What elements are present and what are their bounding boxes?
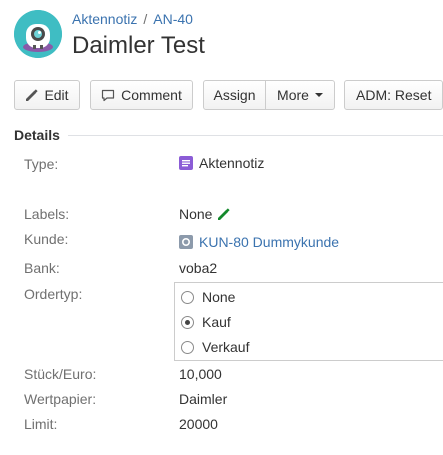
issue-header: Aktennotiz / AN-40 Daimler Test xyxy=(0,0,443,70)
type-label: Type: xyxy=(24,156,59,172)
ordertyp-option-label: None xyxy=(202,289,236,305)
comment-label: Comment xyxy=(121,87,182,103)
assign-button[interactable]: Assign xyxy=(204,81,266,109)
kunde-link[interactable]: KUN-80 Dummykunde xyxy=(199,234,339,250)
project-avatar-icon[interactable] xyxy=(14,10,62,58)
radio-button[interactable] xyxy=(181,340,194,354)
labels-value-text: None xyxy=(179,206,213,222)
radio-button[interactable] xyxy=(181,290,194,304)
more-dropdown-button[interactable]: More xyxy=(266,81,334,109)
stueck-euro-label: Stück/Euro: xyxy=(24,366,97,382)
ordertyp-option-none[interactable]: None xyxy=(181,289,235,305)
speech-bubble-icon xyxy=(101,89,115,102)
comment-button[interactable]: Comment xyxy=(90,80,193,110)
ordertyp-option-kauf[interactable]: Kauf xyxy=(181,314,231,330)
bank-label: Bank: xyxy=(24,260,60,276)
pencil-icon xyxy=(25,88,39,102)
chevron-down-icon xyxy=(314,93,323,97)
page-title: Daimler Test xyxy=(72,32,205,59)
limit-label: Limit: xyxy=(24,416,58,432)
wertpapier-label: Wertpapier: xyxy=(24,391,97,407)
labels-label: Labels: xyxy=(24,206,70,222)
issue-toolbar: Edit Comment Assign More ADM: Reset xyxy=(0,80,443,110)
ordertyp-radio-group: None Kauf Verkauf xyxy=(174,282,443,361)
breadcrumb-separator: / xyxy=(143,11,148,27)
assign-more-group: Assign More xyxy=(203,80,335,110)
note-icon xyxy=(179,156,193,170)
kunde-label: Kunde: xyxy=(24,231,69,247)
edit-button[interactable]: Edit xyxy=(14,80,80,110)
ordertyp-option-label: Verkauf xyxy=(202,339,250,355)
type-value: Aktennotiz xyxy=(179,155,264,171)
kunde-value: KUN-80 Dummykunde xyxy=(179,234,339,250)
breadcrumb: Aktennotiz / AN-40 xyxy=(72,11,193,27)
adm-reset-button[interactable]: ADM: Reset xyxy=(344,80,443,110)
type-value-text: Aktennotiz xyxy=(199,155,265,171)
wertpapier-value: Daimler xyxy=(179,391,228,407)
issue-icon xyxy=(179,235,193,249)
details-heading[interactable]: Details xyxy=(14,127,60,143)
ordertyp-option-label: Kauf xyxy=(202,314,231,330)
stueck-euro-value: 10,000 xyxy=(179,366,222,382)
breadcrumb-issue-link[interactable]: AN-40 xyxy=(153,11,193,27)
bank-value: voba2 xyxy=(179,260,218,276)
pencil-icon[interactable] xyxy=(217,207,231,221)
ordertyp-label: Ordertyp: xyxy=(24,286,83,302)
more-label: More xyxy=(277,87,309,103)
details-divider xyxy=(68,135,443,136)
labels-value: None xyxy=(179,206,231,222)
breadcrumb-project-link[interactable]: Aktennotiz xyxy=(72,11,137,27)
edit-label: Edit xyxy=(44,87,69,103)
limit-value: 20000 xyxy=(179,416,218,432)
radio-button-selected[interactable] xyxy=(181,315,194,329)
ordertyp-option-verkauf[interactable]: Verkauf xyxy=(181,339,249,355)
